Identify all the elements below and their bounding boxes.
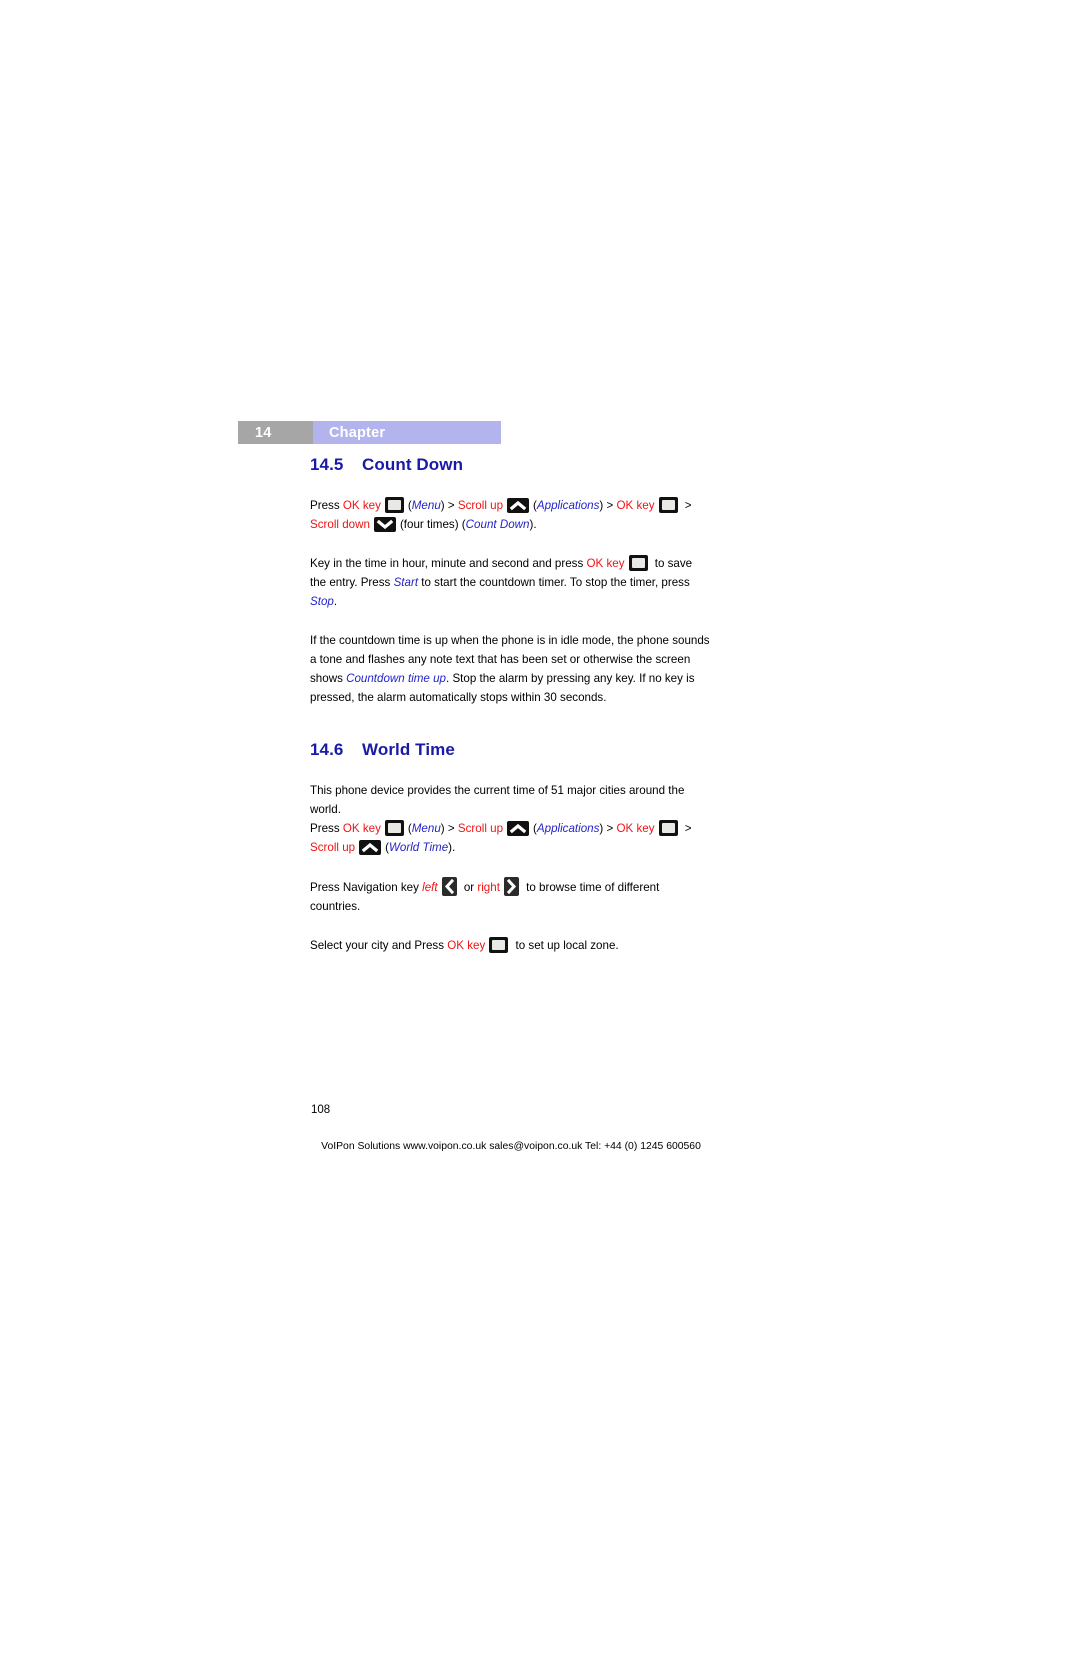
ok-key-icon — [384, 820, 404, 836]
ok-key-icon — [658, 820, 678, 836]
ok-key-label: OK key — [342, 822, 381, 835]
page-content: 14.5 Count Down Press OK key (Menu) > Scr… — [310, 455, 710, 955]
world-time-menu-label: World Time — [388, 841, 449, 854]
world-time-paren-close: ). — [448, 841, 456, 854]
paragraph-2-part-4: . — [333, 595, 338, 608]
ok-key-icon — [489, 937, 509, 953]
scroll-up-arrow-icon — [359, 840, 382, 855]
scroll-down-label: Scroll down — [310, 518, 370, 531]
scroll-up-arrow-icon — [507, 821, 530, 836]
separator-gt-2: > — [606, 822, 614, 835]
select-part-2: to set up local zone. — [512, 939, 619, 952]
count-down-navigation-path: Press OK key (Menu) > Scroll up (Applicati… — [310, 496, 710, 534]
ok-key-icon — [658, 497, 678, 513]
scroll-up-label-2: Scroll up — [310, 841, 356, 854]
section-title: Count Down — [362, 455, 464, 474]
count-down-paren-close: ). — [529, 518, 537, 531]
press-label: Press — [310, 499, 340, 512]
menu-label: Menu — [411, 822, 441, 835]
ok-key-icon — [628, 555, 648, 571]
nav-right-arrow-icon — [503, 877, 519, 896]
applications-label: Applications — [536, 822, 600, 835]
press-label: Press — [310, 822, 340, 835]
applications-paren-close: ) — [599, 822, 604, 835]
count-down-menu-label: Count Down — [465, 518, 530, 531]
section-title: World Time — [362, 740, 455, 759]
separator-gt-1: > — [447, 822, 455, 835]
paragraph-2-part-1: Key in the time in hour, minute and seco… — [310, 557, 587, 570]
scroll-up-label: Scroll up — [457, 822, 504, 835]
chapter-number: 14 — [238, 421, 313, 444]
scroll-down-arrow-icon — [373, 517, 396, 532]
start-label: Start — [393, 576, 419, 589]
world-time-select-paragraph: Select your city and Press OK key to set… — [310, 936, 710, 955]
ok-key-label-2: OK key — [616, 499, 655, 512]
applications-label: Applications — [536, 499, 600, 512]
stop-label: Stop — [310, 595, 334, 608]
menu-paren-close: ) — [440, 822, 445, 835]
paragraph-2-part-3: to start the countdown timer. To stop th… — [418, 576, 690, 589]
document-page: 14 Chapter 14.5 Count Down Press OK key(… — [0, 0, 1080, 1669]
ok-key-label: OK key — [586, 557, 625, 570]
chapter-header-bar: 14 Chapter — [238, 421, 501, 444]
scroll-up-label: Scroll up — [457, 499, 504, 512]
section-heading-count-down: 14.5 Count Down — [310, 455, 710, 475]
section-heading-world-time: 14.6 World Time — [310, 740, 710, 760]
count-down-paragraph-2: Key in the time in hour, minute and seco… — [310, 554, 710, 611]
separator-gt-3: > — [684, 822, 692, 835]
ok-key-label: OK key — [447, 939, 486, 952]
scroll-up-arrow-icon — [507, 498, 530, 513]
four-times-label: (four times) — [399, 518, 459, 531]
section-number: 14.6 — [310, 740, 344, 759]
nav-left-arrow-icon — [441, 877, 457, 896]
menu-label: Menu — [411, 499, 441, 512]
world-time-navigation-paragraph: Press Navigation key left or right to br… — [310, 877, 710, 916]
chapter-label: Chapter — [313, 421, 501, 444]
right-label: right — [477, 881, 500, 894]
separator-gt-1: > — [447, 499, 455, 512]
applications-paren-close: ) — [599, 499, 604, 512]
ok-key-label-2: OK key — [616, 822, 655, 835]
separator-gt-2: > — [606, 499, 614, 512]
left-label: left — [422, 881, 438, 894]
footer-credit: VoIPon Solutions www.voipon.co.uk sales@… — [321, 1141, 701, 1152]
world-time-intro: This phone device provides the current t… — [310, 784, 685, 816]
or-label: or — [460, 881, 478, 894]
section-number: 14.5 — [310, 455, 344, 474]
nav-part-1: Press Navigation key — [310, 881, 423, 894]
page-number: 108 — [311, 1104, 331, 1116]
separator-gt-3: > — [684, 499, 692, 512]
countdown-time-up-label: Countdown time up — [346, 672, 446, 685]
ok-key-icon — [384, 497, 404, 513]
select-part-1: Select your city and Press — [310, 939, 448, 952]
count-down-paragraph-3: If the countdown time is up when the pho… — [310, 631, 710, 707]
ok-key-label: OK key — [342, 499, 381, 512]
menu-paren-close: ) — [440, 499, 445, 512]
world-time-navigation-path: Press OK key (Menu) > Scroll up (Applicati… — [310, 819, 710, 857]
